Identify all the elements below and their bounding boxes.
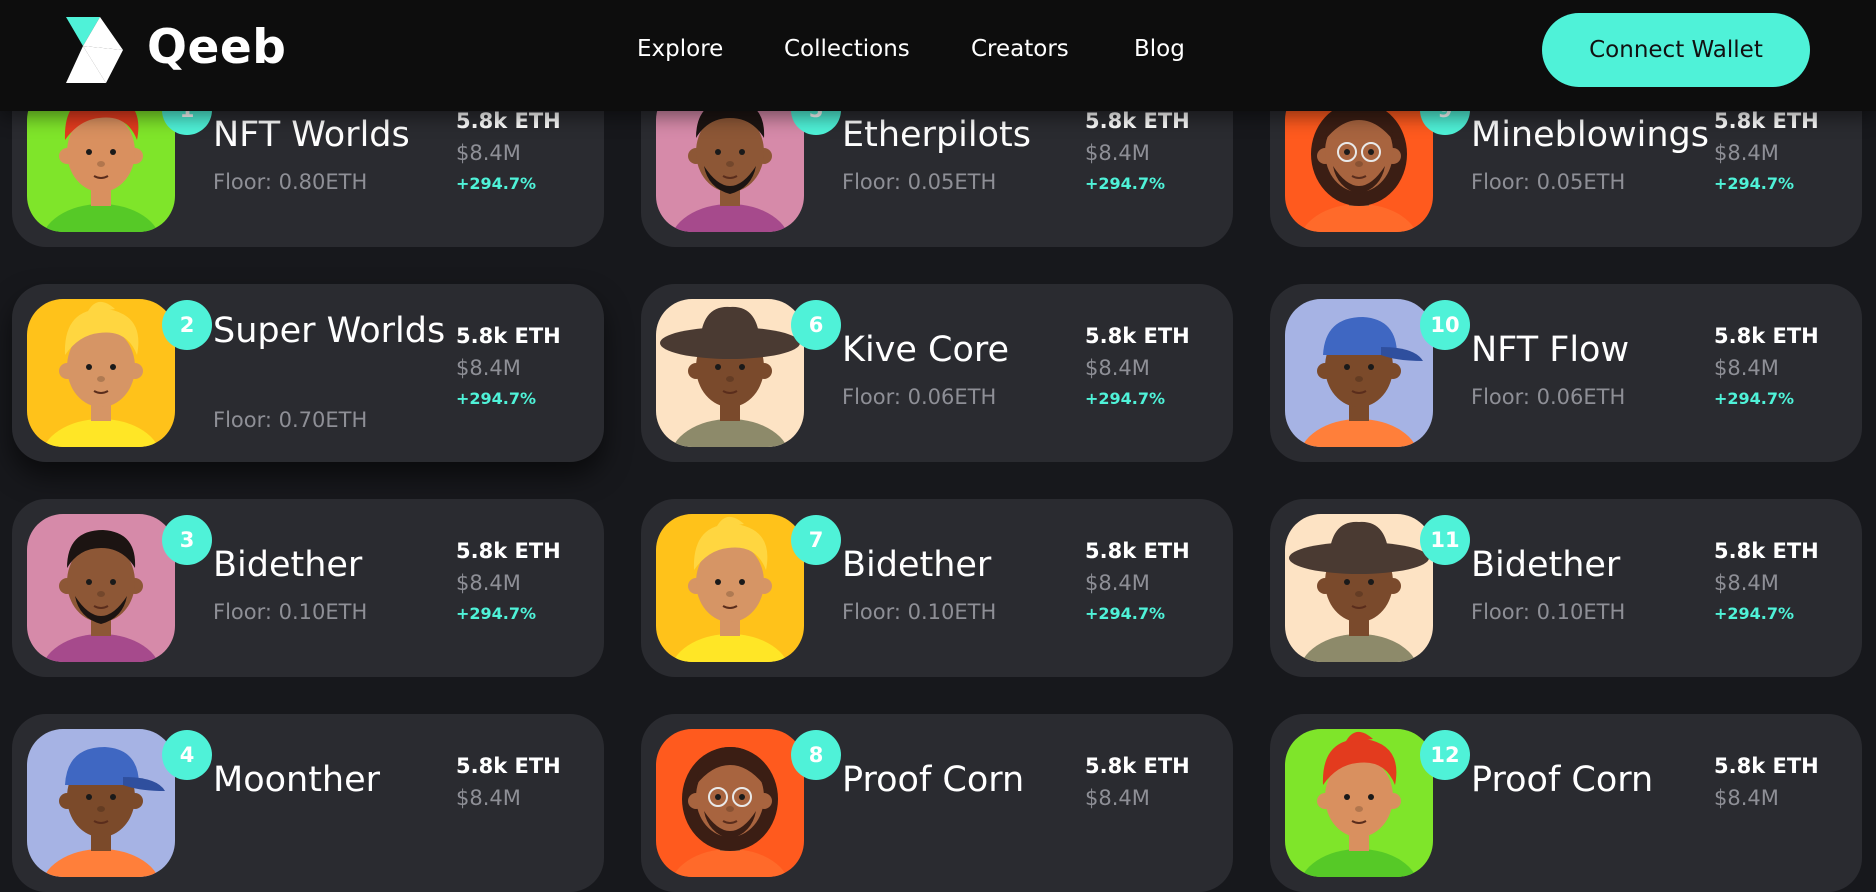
change-percent: +294.7% [456, 174, 537, 193]
collection-name[interactable]: NFT Flow [1471, 328, 1711, 373]
collection-avatar[interactable] [1285, 514, 1433, 662]
volume-usd: $8.4M [456, 356, 521, 380]
collection-avatar[interactable] [656, 299, 804, 447]
volume-usd: $8.4M [1714, 786, 1779, 810]
collection-avatar[interactable] [1285, 299, 1433, 447]
collection-stats: 5.8k ETH $8.4M +294.7% [456, 321, 596, 413]
collection-name[interactable]: NFT Worlds [213, 113, 453, 158]
volume-usd: $8.4M [1714, 571, 1779, 595]
change-percent: +294.7% [456, 604, 537, 623]
rank-badge: 10 [1420, 300, 1470, 350]
nav-blog[interactable]: Blog [1134, 33, 1185, 65]
collection-name[interactable]: Proof Corn [842, 758, 1082, 803]
rank-badge: 11 [1420, 515, 1470, 565]
qeeb-logo-icon[interactable] [66, 17, 123, 83]
rank-badge: 8 [791, 730, 841, 780]
collection-stats: 5.8k ETH $8.4M +294.7% [456, 106, 596, 198]
volume-usd: $8.4M [1085, 571, 1150, 595]
collection-avatar[interactable] [656, 514, 804, 662]
collection-stats: 5.8k ETH $8.4M +294.7% [1085, 106, 1225, 198]
collection-avatar[interactable] [27, 729, 175, 877]
collection-name[interactable]: Mineblowings [1471, 113, 1711, 158]
volume-usd: $8.4M [1085, 786, 1150, 810]
change-percent: +294.7% [1714, 174, 1795, 193]
floor-price: Floor: 0.80ETH [213, 170, 368, 194]
collection-name[interactable]: Etherpilots [842, 113, 1082, 158]
brand-name[interactable]: Qeeb [147, 20, 286, 76]
collection-name[interactable]: Proof Corn [1471, 758, 1711, 803]
collection-avatar[interactable] [27, 299, 175, 447]
rank-badge: 3 [162, 515, 212, 565]
volume-usd: $8.4M [456, 141, 521, 165]
volume-eth: 5.8k ETH [456, 754, 561, 778]
collection-card[interactable]: 10 NFT Flow Floor: 0.06ETH 5.8k ETH $8.4M +29… [1270, 284, 1862, 462]
volume-usd: $8.4M [1085, 141, 1150, 165]
volume-eth: 5.8k ETH [1714, 324, 1819, 348]
volume-usd: $8.4M [1714, 141, 1779, 165]
collection-card[interactable]: 3 Bidether Floor: 0.10ETH 5.8k ETH $8.4M +294… [12, 499, 604, 677]
rank-badge: 4 [162, 730, 212, 780]
collection-stats: 5.8k ETH $8.4M +294.7% [1714, 106, 1854, 198]
rank-badge: 2 [162, 300, 212, 350]
collection-card[interactable]: 12 Proof Corn 5.8k ETH $8.4M [1270, 714, 1862, 892]
change-percent: +294.7% [1085, 174, 1166, 193]
rank-badge: 12 [1420, 730, 1470, 780]
collection-name[interactable]: Super Worlds [213, 309, 453, 354]
volume-usd: $8.4M [1714, 356, 1779, 380]
collection-avatar[interactable] [1285, 729, 1433, 877]
change-percent: +294.7% [1085, 604, 1166, 623]
collection-stats: 5.8k ETH $8.4M +294.7% [456, 536, 596, 628]
change-percent: +294.7% [1085, 389, 1166, 408]
nav-collections[interactable]: Collections [784, 33, 910, 65]
site-header: Qeeb Explore Collections Creators Blog C… [0, 0, 1876, 111]
collection-name[interactable]: Bidether [1471, 543, 1711, 588]
volume-eth: 5.8k ETH [1714, 539, 1819, 563]
floor-price: Floor: 0.05ETH [1471, 170, 1626, 194]
collection-stats: 5.8k ETH $8.4M +294.7% [1085, 536, 1225, 628]
nav-creators[interactable]: Creators [971, 33, 1069, 65]
change-percent: +294.7% [456, 389, 537, 408]
collection-name[interactable]: Bidether [213, 543, 453, 588]
collection-card[interactable]: 7 Bidether Floor: 0.10ETH 5.8k ETH $8.4M +294… [641, 499, 1233, 677]
collection-avatar[interactable] [656, 729, 804, 877]
volume-usd: $8.4M [456, 786, 521, 810]
collection-stats: 5.8k ETH $8.4M [1085, 751, 1225, 815]
change-percent: +294.7% [1714, 389, 1795, 408]
nav-explore[interactable]: Explore [637, 33, 723, 65]
volume-usd: $8.4M [1085, 356, 1150, 380]
collection-stats: 5.8k ETH $8.4M +294.7% [1714, 321, 1854, 413]
collection-card[interactable]: 4 Moonther 5.8k ETH $8.4M [12, 714, 604, 892]
collection-name[interactable]: Moonther [213, 758, 453, 803]
volume-usd: $8.4M [456, 571, 521, 595]
floor-price: Floor: 0.10ETH [842, 600, 997, 624]
floor-price: Floor: 0.06ETH [1471, 385, 1626, 409]
connect-wallet-button[interactable]: Connect Wallet [1542, 13, 1810, 87]
floor-price: Floor: 0.70ETH [213, 408, 368, 432]
rank-badge: 6 [791, 300, 841, 350]
volume-eth: 5.8k ETH [1085, 539, 1190, 563]
floor-price: Floor: 0.06ETH [842, 385, 997, 409]
collection-card[interactable]: 6 Kive Core Floor: 0.06ETH 5.8k ETH $8.4M +29… [641, 284, 1233, 462]
floor-price: Floor: 0.10ETH [213, 600, 368, 624]
collection-stats: 5.8k ETH $8.4M [1714, 751, 1854, 815]
collection-card[interactable]: 8 Proof Corn 5.8k ETH $8.4M [641, 714, 1233, 892]
collection-name[interactable]: Kive Core [842, 328, 1082, 373]
collection-card[interactable]: 11 Bidether Floor: 0.10ETH 5.8k ETH $8.4M +29… [1270, 499, 1862, 677]
volume-eth: 5.8k ETH [1085, 754, 1190, 778]
volume-eth: 5.8k ETH [456, 324, 561, 348]
collection-stats: 5.8k ETH $8.4M [456, 751, 596, 815]
volume-eth: 5.8k ETH [1714, 754, 1819, 778]
volume-eth: 5.8k ETH [456, 539, 561, 563]
floor-price: Floor: 0.10ETH [1471, 600, 1626, 624]
collection-card[interactable]: 2 Super Worlds Floor: 0.70ETH 5.8k ETH $8.4M… [12, 284, 604, 462]
floor-price: Floor: 0.05ETH [842, 170, 997, 194]
volume-eth: 5.8k ETH [1085, 324, 1190, 348]
collection-name[interactable]: Bidether [842, 543, 1082, 588]
collection-stats: 5.8k ETH $8.4M +294.7% [1714, 536, 1854, 628]
rank-badge: 7 [791, 515, 841, 565]
change-percent: +294.7% [1714, 604, 1795, 623]
collection-stats: 5.8k ETH $8.4M +294.7% [1085, 321, 1225, 413]
collection-avatar[interactable] [27, 514, 175, 662]
